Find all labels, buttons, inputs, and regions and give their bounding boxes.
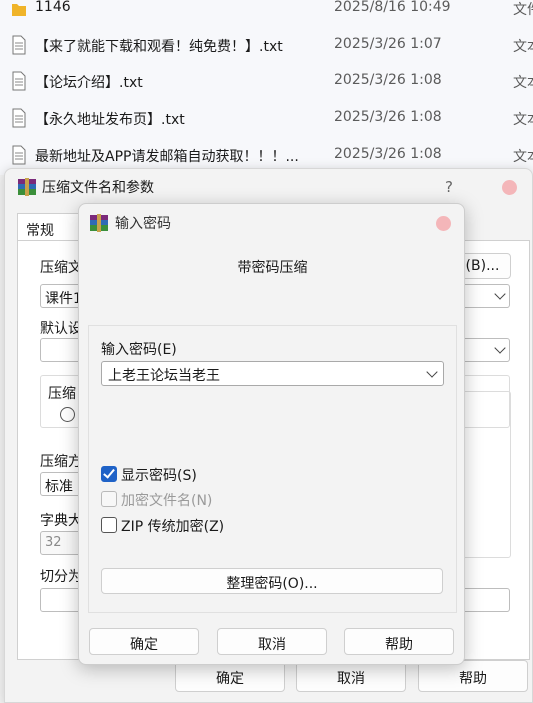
- winrar-icon: [18, 178, 36, 196]
- close-button[interactable]: [502, 180, 517, 195]
- enter-password-dialog: 输入密码 带密码压缩 输入密码(E) 上老王论坛当老王 显示密码(S) 加密文件…: [78, 203, 465, 665]
- checkmark-icon: [103, 466, 115, 479]
- archive-name-value: 课件1: [45, 291, 82, 307]
- file-date: 2025/3/26 1:08: [334, 72, 442, 88]
- zip-legacy-encryption-checkbox[interactable]: [101, 517, 117, 533]
- dialog-heading: 带密码压缩: [237, 260, 308, 276]
- help-button[interactable]: 帮助: [344, 628, 454, 655]
- archive-name-label: 压缩文: [40, 260, 82, 276]
- file-date: 2025/3/26 1:08: [334, 109, 442, 125]
- archive-format-label: 压缩: [48, 386, 76, 402]
- split-volumes-label: 切分为: [40, 569, 82, 585]
- file-name: 【来了就能下载和观看！纯免费！】.txt: [35, 39, 283, 55]
- dictionary-size-label: 字典大: [40, 513, 82, 529]
- folder-icon: [12, 4, 26, 16]
- tab-general[interactable]: 常规: [17, 213, 83, 241]
- file-date: 2025/8/16 10:49: [334, 0, 451, 15]
- close-button[interactable]: [436, 216, 451, 231]
- default-profile-label: 默认设: [40, 321, 82, 337]
- file-row[interactable]: 1146 2025/8/16 10:49 文件: [0, 0, 533, 24]
- text-file-icon: [12, 145, 26, 165]
- cancel-button[interactable]: 取消: [217, 628, 327, 655]
- zip-legacy-encryption-label: ZIP 传统加密(Z): [121, 519, 225, 535]
- file-date: 2025/3/26 1:07: [334, 36, 442, 52]
- ok-button[interactable]: 确定: [89, 628, 199, 655]
- show-password-label: 显示密码(S): [121, 468, 197, 484]
- winrar-icon: [90, 214, 108, 232]
- file-name: 【论坛介绍】.txt: [35, 75, 143, 91]
- encrypt-filenames-checkbox[interactable]: [101, 491, 117, 507]
- file-list: 1146 2025/8/16 10:49 文件 【来了就能下载和观看！纯免费！】…: [0, 0, 533, 175]
- text-file-icon: [12, 71, 26, 91]
- file-type: 文本: [513, 112, 533, 128]
- file-date: 2025/3/26 1:08: [334, 146, 442, 162]
- format-radio[interactable]: [60, 407, 75, 422]
- file-type: 文本: [513, 39, 533, 55]
- file-name: 【永久地址发布页】.txt: [35, 112, 185, 128]
- password-label: 输入密码(E): [101, 342, 177, 358]
- show-password-checkbox[interactable]: [101, 466, 117, 482]
- organize-passwords-button[interactable]: 整理密码(O)...: [101, 568, 443, 594]
- file-type: 文件: [513, 2, 533, 18]
- file-name: 最新地址及APP请发邮箱自动获取！！！...: [35, 149, 299, 165]
- text-file-icon: [12, 108, 26, 128]
- file-row[interactable]: 【来了就能下载和观看！纯免费！】.txt 2025/3/26 1:07 文本: [0, 31, 533, 61]
- password-input[interactable]: 上老王论坛当老王: [101, 361, 444, 386]
- encrypt-filenames-label: 加密文件名(N): [121, 493, 213, 509]
- password-value: 上老王论坛当老王: [108, 368, 220, 384]
- text-file-icon: [12, 35, 26, 55]
- file-row[interactable]: 最新地址及APP请发邮箱自动获取！！！... 2025/3/26 1:08 文本: [0, 141, 533, 171]
- file-type: 文本: [513, 75, 533, 91]
- file-row[interactable]: 【论坛介绍】.txt 2025/3/26 1:08 文本: [0, 67, 533, 97]
- dictionary-size-value: 32: [45, 535, 62, 550]
- dialog-title: 输入密码: [115, 216, 171, 232]
- compression-method-label: 压缩方: [40, 454, 82, 470]
- compression-method-value: 标准: [45, 479, 73, 495]
- file-row[interactable]: 【永久地址发布页】.txt 2025/3/26 1:08 文本: [0, 104, 533, 134]
- dialog-title: 压缩文件名和参数: [42, 180, 154, 196]
- help-icon[interactable]: ?: [445, 178, 453, 196]
- file-name: 1146: [35, 0, 71, 15]
- file-type: 文本: [513, 149, 533, 165]
